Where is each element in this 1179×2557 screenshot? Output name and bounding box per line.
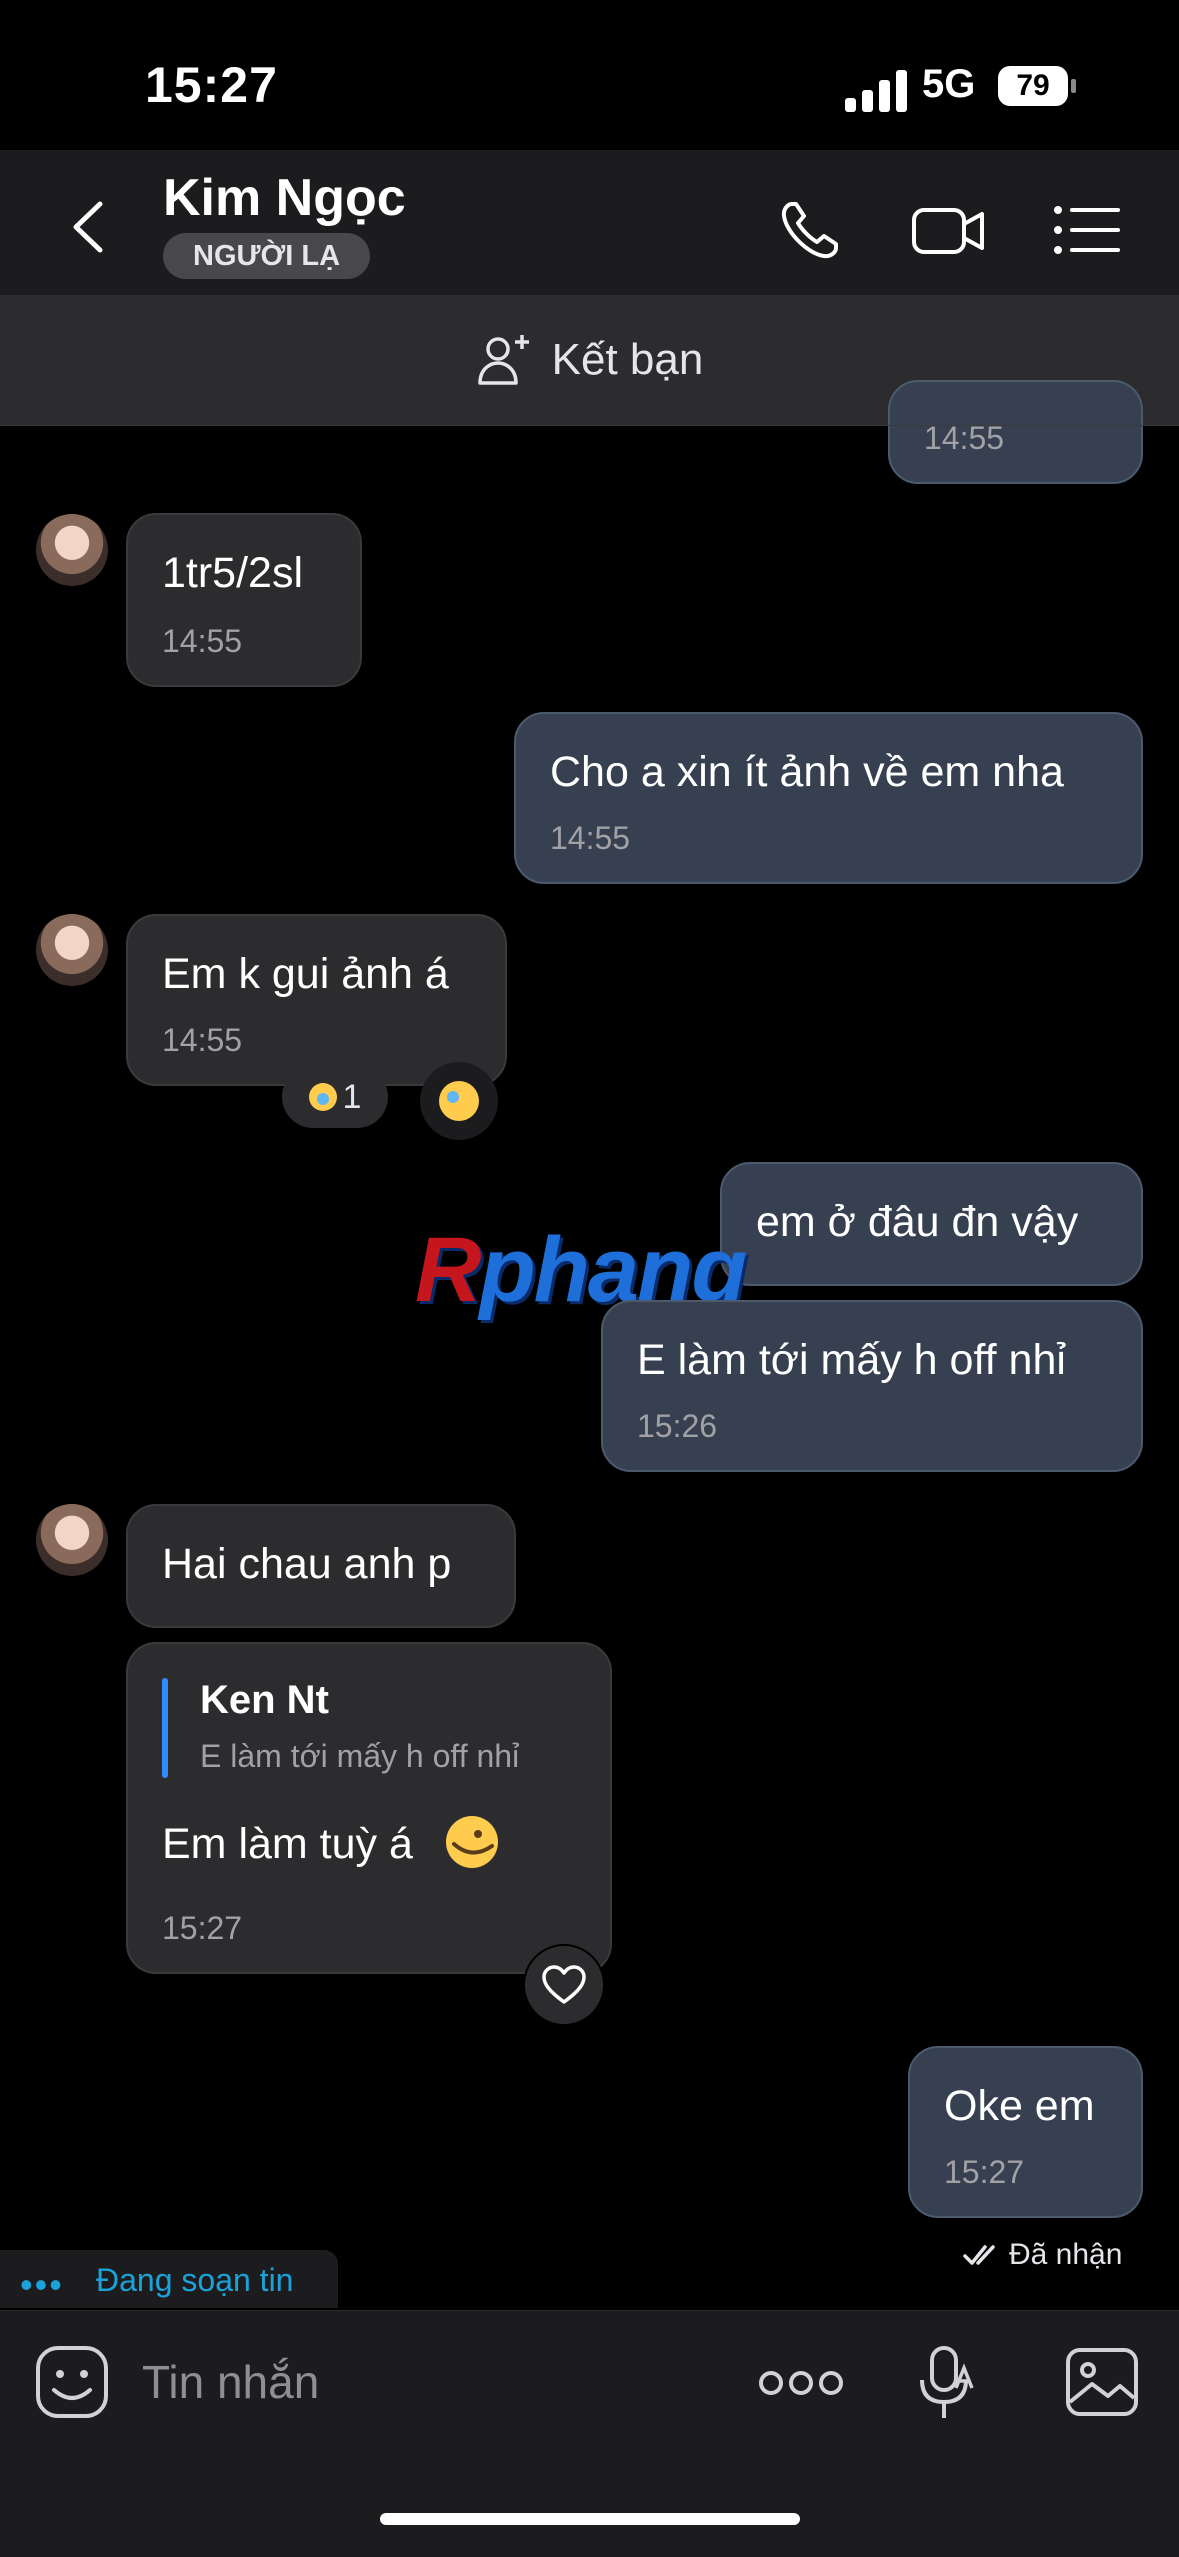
add-reaction-button[interactable]: [420, 1062, 498, 1140]
quote-text: E làm tới mấy h off nhỉ: [200, 1738, 520, 1774]
message-text: Em k gui ảnh á: [162, 950, 449, 998]
signal-icon: [845, 68, 909, 112]
message-text: Cho a xin ít ảnh về em nha: [550, 748, 1064, 796]
message-input[interactable]: Tin nhắn: [142, 2355, 319, 2409]
add-friend-label: Kết bạn: [551, 335, 704, 384]
voice-input-icon[interactable]: [914, 2344, 978, 2427]
message-text: Hai chau anh p: [162, 1540, 452, 1588]
quote-bar: [162, 1678, 168, 1778]
typing-indicator: ••• Đang soạn tin: [0, 2250, 338, 2308]
message-bubble-out[interactable]: em ở đâu đn vậy: [720, 1162, 1143, 1286]
message-bubble-in[interactable]: 1tr5/2sl 14:55: [126, 513, 362, 687]
message-time: 14:55: [162, 623, 243, 659]
message-time: 15:26: [637, 1408, 718, 1444]
message-bubble-out[interactable]: 14:55: [888, 380, 1143, 484]
crying-emoji-icon: [308, 1083, 337, 1111]
battery-icon: 79: [998, 66, 1076, 106]
message-text: 1tr5/2sl: [162, 549, 304, 597]
avatar[interactable]: [36, 514, 108, 586]
message-text: Em làm tuỳ á: [162, 1820, 413, 1868]
message-bubble-out[interactable]: Oke em 15:27: [908, 2046, 1143, 2218]
message-bubble-out[interactable]: E làm tới mấy h off nhỉ 15:26: [601, 1300, 1143, 1472]
image-picker-icon[interactable]: [1064, 2346, 1140, 2423]
message-text: em ở đâu đn vậy: [756, 1198, 1079, 1246]
double-check-icon: [963, 2245, 995, 2265]
avatar[interactable]: [36, 914, 108, 986]
message-bubble-out[interactable]: Cho a xin ít ảnh về em nha 14:55: [514, 712, 1143, 884]
face-emoji-icon: [446, 1816, 498, 1868]
avatar[interactable]: [36, 1504, 108, 1576]
delivery-status-text: Đã nhận: [1009, 2238, 1123, 2271]
menu-list-icon[interactable]: [1048, 190, 1128, 270]
back-icon[interactable]: [60, 192, 120, 262]
typing-text: Đang soạn tin: [96, 2262, 294, 2298]
sticker-icon[interactable]: [34, 2344, 110, 2425]
delivery-status: Đã nhận: [963, 2238, 1122, 2272]
message-bubble-in[interactable]: Em k gui ảnh á 14:55: [126, 914, 507, 1086]
divider: [0, 425, 1179, 426]
home-indicator: [380, 2513, 800, 2525]
add-friend-icon: [477, 335, 529, 385]
reaction-count: 1: [342, 1077, 362, 1116]
contact-name[interactable]: Kim Ngọc: [163, 168, 406, 228]
reaction-summary[interactable]: 1: [282, 1066, 388, 1128]
message-time: 15:27: [944, 2154, 1025, 2190]
message-time: 14:55: [550, 820, 631, 856]
message-bubble-in[interactable]: Hai chau anh p: [126, 1504, 516, 1628]
message-time: 15:27: [162, 1910, 243, 1946]
message-text: Oke em: [944, 2082, 1095, 2130]
watermark-logo-r: R: [415, 1219, 481, 1321]
quote-sender: Ken Nt: [200, 1678, 329, 1722]
heart-reaction-icon[interactable]: [523, 1944, 605, 2026]
status-time: 15:27: [145, 57, 278, 113]
network-type: 5G: [922, 62, 976, 106]
phone-icon[interactable]: [770, 190, 850, 270]
crying-emoji-icon: [439, 1081, 479, 1121]
stranger-badge: NGƯỜI LẠ: [163, 233, 371, 279]
more-options-icon[interactable]: [758, 2360, 844, 2411]
video-call-icon[interactable]: [908, 190, 988, 270]
message-time: 14:55: [162, 1022, 243, 1058]
message-text: E làm tới mấy h off nhỉ: [637, 1336, 1066, 1384]
typing-dots-icon: •••: [20, 2264, 64, 2305]
message-bubble-in[interactable]: Ken Nt E làm tới mấy h off nhỉ Em làm tu…: [126, 1642, 612, 1974]
